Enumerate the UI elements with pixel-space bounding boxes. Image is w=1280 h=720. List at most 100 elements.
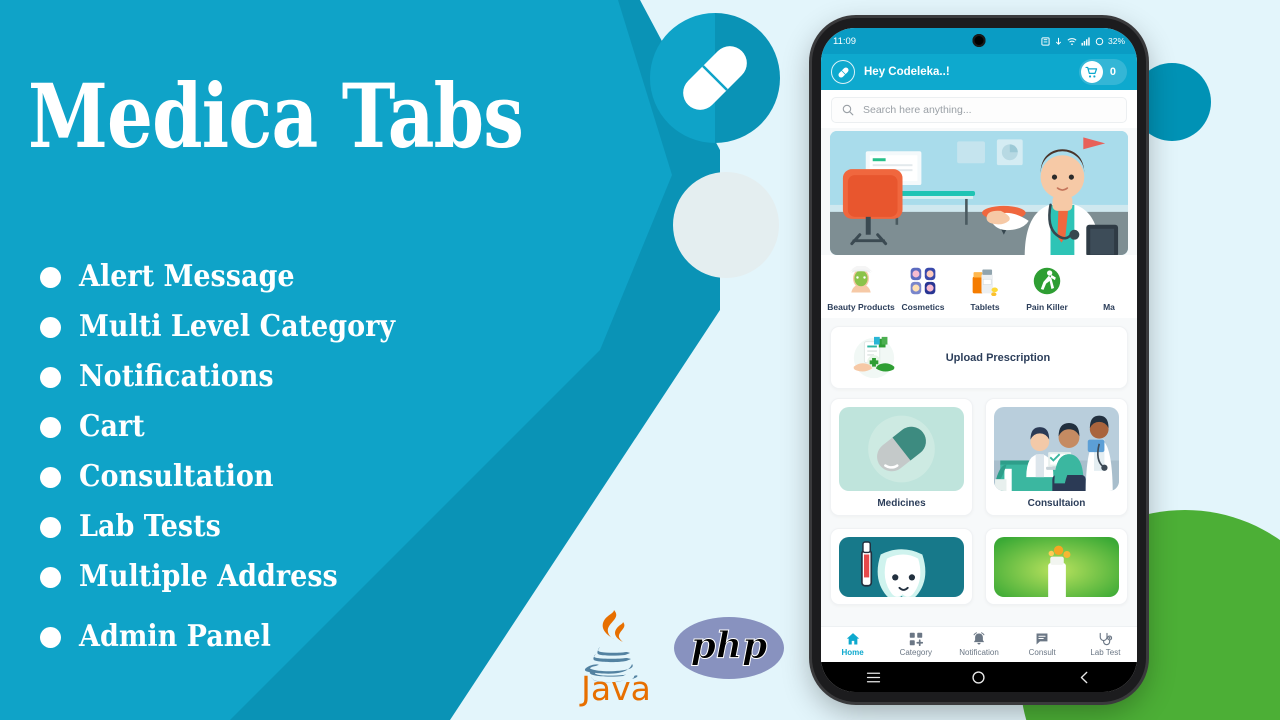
nav-label: Category	[899, 648, 933, 657]
java-logo-label: Java	[581, 669, 651, 708]
search-input[interactable]: Search here anything...	[831, 97, 1127, 123]
nav-item-consult[interactable]: Consult	[1011, 632, 1074, 657]
bullet-icon	[40, 316, 61, 338]
service-tile-consultation[interactable]: Consultaion	[985, 398, 1128, 516]
bottom-navigation: Home Category Notification Consult Lab T…	[821, 626, 1137, 662]
service-tile-medicines[interactable]: Medicines	[830, 398, 973, 516]
feature-list-item: Admin Panel	[40, 612, 430, 662]
feature-list: Alert Message Multi Level Category Notif…	[40, 252, 430, 662]
phone-mockup: 11:09 32% Hey Codeleka..! 0 Search here …	[812, 18, 1146, 702]
technology-logos: Java php	[560, 592, 800, 710]
signal-icon	[1081, 36, 1090, 46]
upload-prescription-card[interactable]: Upload Prescription	[830, 326, 1128, 389]
feature-list-item: Lab Tests	[40, 502, 430, 552]
feature-label: Cart	[79, 409, 145, 444]
nav-label: Consult	[1028, 648, 1056, 657]
status-bar-icons: 32%	[1041, 36, 1125, 46]
bullet-icon	[40, 466, 61, 488]
nav-label: Notification	[959, 648, 999, 657]
feature-label: Alert Message	[79, 259, 295, 294]
category-item-pain-killer[interactable]: Pain Killer	[1016, 264, 1078, 312]
menu-icon[interactable]	[865, 669, 882, 686]
search-icon	[842, 104, 854, 116]
bell-icon	[973, 632, 985, 645]
prescription-hands-icon	[847, 334, 901, 382]
category-label: Beauty Products	[827, 302, 895, 312]
phone-screen: 11:09 32% Hey Codeleka..! 0 Search here …	[821, 28, 1137, 692]
category-item-tablets[interactable]: Tablets	[954, 264, 1016, 312]
feature-list-item: Notifications	[40, 352, 430, 402]
upload-prescription-label: Upload Prescription	[945, 351, 1051, 364]
shopping-cart-icon	[1080, 61, 1103, 83]
category-row[interactable]: Beauty Products Cosmetics Tablets Pain K…	[821, 255, 1137, 318]
feature-list-item: Multi Level Category	[40, 302, 430, 352]
search-placeholder: Search here anything...	[863, 104, 972, 116]
category-item-more[interactable]: Ma	[1078, 264, 1137, 312]
capsule-illustration	[839, 407, 964, 491]
category-label: Pain Killer	[1026, 302, 1068, 312]
feature-label: Notifications	[79, 359, 274, 394]
pain-relief-icon	[1030, 264, 1064, 298]
vitamins-illustration	[994, 537, 1119, 597]
category-item-cosmetics[interactable]: Cosmetics	[892, 264, 954, 312]
cart-button[interactable]: 0	[1078, 59, 1127, 85]
feature-label: Multiple Address	[79, 559, 338, 594]
feature-label: Admin Panel	[79, 619, 271, 654]
category-label: Tablets	[970, 302, 1000, 312]
category-label: Cosmetics	[901, 302, 945, 312]
service-tile-dental[interactable]	[830, 528, 973, 605]
android-navigation-bar	[821, 662, 1137, 692]
category-label: Ma	[1103, 302, 1115, 312]
nav-item-lab-test[interactable]: Lab Test	[1074, 632, 1137, 657]
feature-label: Lab Tests	[79, 509, 221, 544]
home-icon	[846, 633, 859, 645]
data-rate-icon	[1055, 37, 1062, 45]
gray-accent-circle	[673, 172, 779, 278]
alarm-icon	[1041, 36, 1050, 46]
bullet-icon	[40, 266, 61, 288]
feature-list-item: Consultation	[40, 452, 430, 502]
nav-item-notification[interactable]: Notification	[947, 632, 1010, 657]
service-tile-label: Consultaion	[1027, 498, 1086, 509]
nav-label: Lab Test	[1090, 648, 1121, 657]
beauty-face-mask-icon	[844, 264, 878, 298]
category-item-beauty-products[interactable]: Beauty Products	[827, 264, 895, 312]
battery-ring-icon	[1095, 37, 1104, 45]
service-tile-label: Medicines	[877, 498, 926, 509]
dental-care-illustration	[839, 537, 964, 597]
home-circle-icon[interactable]	[970, 669, 987, 686]
pill-bottles-icon	[968, 264, 1002, 298]
nav-item-category[interactable]: Category	[884, 632, 947, 657]
doctor-patient-illustration	[994, 407, 1119, 491]
search-section: Search here anything...	[821, 90, 1137, 128]
doctor-consultation-banner[interactable]	[830, 131, 1128, 255]
more-icon	[1092, 264, 1126, 298]
status-bar: 11:09 32%	[821, 28, 1137, 54]
feature-list-item: Multiple Address	[40, 552, 430, 602]
service-tile-vitamins[interactable]	[985, 528, 1128, 605]
service-tile-grid: Medicines Consultaion	[830, 398, 1128, 605]
nav-item-home[interactable]: Home	[821, 632, 884, 657]
battery-percent: 32%	[1107, 36, 1125, 46]
cosmetics-grid-icon	[906, 264, 940, 298]
feature-list-item: Alert Message	[40, 252, 430, 302]
back-chevron-icon[interactable]	[1076, 669, 1093, 686]
php-logo: php	[674, 617, 784, 679]
feature-label: Consultation	[79, 459, 274, 494]
pill-badge-icon	[650, 13, 780, 143]
chat-icon	[1036, 633, 1048, 645]
nav-label: Home	[841, 648, 864, 657]
wifi-icon	[1067, 37, 1077, 45]
category-grid-icon	[909, 632, 923, 646]
cart-count: 0	[1109, 66, 1116, 78]
greeting-text: Hey Codeleka..!	[864, 66, 950, 78]
php-logo-label: php	[690, 625, 768, 668]
status-bar-time: 11:09	[833, 35, 857, 47]
bullet-icon	[40, 516, 61, 538]
bullet-icon	[40, 416, 61, 438]
app-header: Hey Codeleka..! 0	[821, 54, 1137, 90]
page-title: Medica Tabs	[28, 64, 524, 168]
app-content[interactable]: Beauty Products Cosmetics Tablets Pain K…	[821, 128, 1137, 626]
feature-label: Multi Level Category	[79, 309, 396, 344]
pill-logo-icon	[831, 60, 855, 84]
